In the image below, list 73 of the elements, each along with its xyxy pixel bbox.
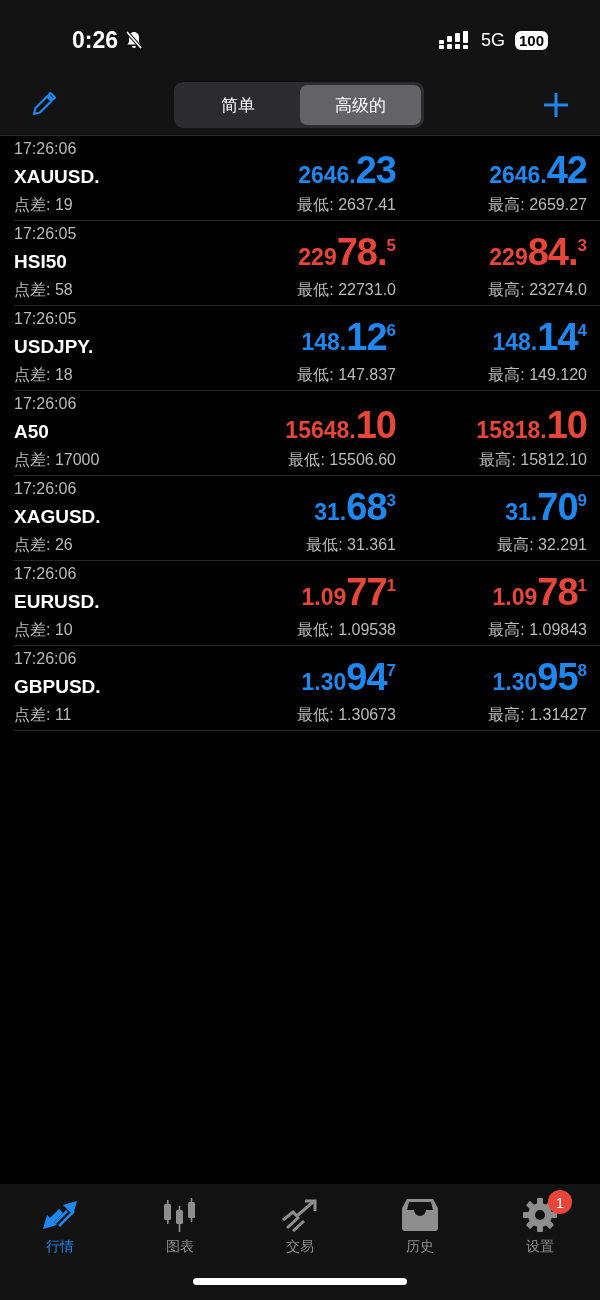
symbol-name: HSI50 — [14, 250, 68, 273]
spread-label: 点差: 10 — [14, 620, 74, 640]
ask-price: 31.70$^{9}$ — [505, 487, 587, 530]
high-label: 最高: 1.09843 — [488, 620, 587, 640]
ask-price: 1.3095$^{8}$ — [492, 657, 587, 700]
quote-row[interactable]: 17:26:05 USDJPY. 点差: 18 148.12$^{6}$ 最低: 147.837 148.14$^{4}$ 最高: 149.120 — [14, 306, 600, 391]
spread-label: 点差: 19 — [14, 195, 74, 215]
quote-row[interactable]: 17:26:06 GBPUSD. 点差: 11 1.3094$^{7}$ 最低: 1.30673 1.3095$^{8}$ 最高: 1.31427 — [14, 646, 600, 731]
quote-row[interactable]: 17:26:06 XAUUSD. 点差: 19 2646.23 最低: 2637.41 2646.42 最高: 2659.27 — [14, 136, 600, 221]
spread-label: 点差: 17000 — [14, 450, 101, 470]
symbol-name: GBPUSD. — [14, 675, 102, 698]
low-label: 最低: 147.837 — [297, 365, 396, 385]
high-label: 最高: 23274.0 — [488, 280, 587, 300]
trend-icon — [281, 1198, 319, 1232]
notification-badge: 1 — [548, 1190, 572, 1214]
bid-price: 2646.23 — [298, 150, 396, 193]
pencil-icon[interactable] — [30, 92, 56, 118]
high-label: 最高: 2659.27 — [488, 195, 587, 215]
segment-tab[interactable]: 高级的 — [300, 85, 421, 125]
ask-price: 15818.10 — [476, 405, 587, 448]
high-label: 最高: 1.31427 — [488, 705, 587, 725]
tab-item[interactable]: 1 设置 — [480, 1184, 600, 1258]
quote-row[interactable]: 17:26:06 XAGUSD. 点差: 26 31.68$^{3}$ 最低: 31.361 31.70$^{9}$ 最高: 32.291 — [14, 476, 600, 561]
symbol-name: XAUUSD. — [14, 165, 101, 188]
spread-label: 点差: 18 — [14, 365, 74, 385]
low-label: 最低: 15506.60 — [288, 450, 396, 470]
quote-time: 17:26:06 — [14, 565, 78, 583]
add-icon[interactable] — [542, 91, 570, 119]
quote-time: 17:26:06 — [14, 140, 78, 158]
low-label: 最低: 31.361 — [306, 535, 396, 555]
tab-item[interactable]: 行情 — [0, 1184, 120, 1258]
spread-label: 点差: 11 — [14, 705, 73, 725]
ask-price: 2646.42 — [489, 150, 587, 193]
high-label: 最高: 149.120 — [488, 365, 587, 385]
symbol-name: USDJPY. — [14, 335, 95, 358]
low-label: 最低: 1.09538 — [297, 620, 396, 640]
clock: 0:26 — [72, 26, 119, 54]
quote-row[interactable]: 17:26:05 HSI50 点差: 58 22978.$^{5}$ 最低: 22731.0 22984.$^{3}$ 最高: 23274.0 — [14, 221, 600, 306]
spread-label: 点差: 26 — [14, 535, 74, 555]
low-label: 最低: 2637.41 — [297, 195, 396, 215]
tab-item[interactable]: 历史 — [360, 1184, 480, 1258]
inbox-icon — [401, 1198, 439, 1232]
tab-item[interactable]: 交易 — [240, 1184, 360, 1258]
quote-time: 17:26:05 — [14, 225, 78, 243]
symbol-name: XAGUSD. — [14, 505, 102, 528]
high-label: 最高: 32.291 — [497, 535, 587, 555]
ask-price: 22984.$^{3}$ — [489, 232, 587, 275]
ask-price: 1.0978$^{1}$ — [492, 572, 587, 615]
quote-time: 17:26:06 — [14, 650, 78, 668]
tab-item[interactable]: 图表 — [120, 1184, 240, 1258]
signal-icon — [438, 31, 471, 49]
battery-indicator: 100 — [514, 30, 548, 50]
network-label: 5G — [480, 29, 505, 51]
bid-price: 148.12$^{6}$ — [301, 317, 396, 360]
spread-label: 点差: 58 — [14, 280, 74, 300]
quote-row[interactable]: 17:26:06 EURUSD. 点差: 10 1.0977$^{1}$ 最低: 1.09538 1.0978$^{1}$ 最高: 1.09843 — [14, 561, 600, 646]
bid-price: 22978.$^{5}$ — [298, 232, 396, 275]
low-label: 最低: 1.30673 — [297, 705, 396, 725]
high-label: 最高: 15812.10 — [479, 450, 587, 470]
low-label: 最低: 22731.0 — [297, 280, 396, 300]
segment-tab[interactable]: 简单 — [177, 85, 298, 125]
quote-time: 17:26:06 — [14, 395, 78, 413]
ask-price: 148.14$^{4}$ — [492, 317, 587, 360]
bid-price: 15648.10 — [285, 405, 396, 448]
bid-price: 1.3094$^{7}$ — [301, 657, 396, 700]
bid-price: 31.68$^{3}$ — [314, 487, 396, 530]
quote-time: 17:26:06 — [14, 480, 78, 498]
symbol-name: A50 — [14, 420, 50, 443]
quote-time: 17:26:05 — [14, 310, 78, 328]
symbol-name: EURUSD. — [14, 590, 101, 613]
arrows-icon — [41, 1199, 79, 1231]
quote-row[interactable]: 17:26:06 A50 点差: 17000 15648.10 最低: 15506.60 15818.10 最高: 15812.10 — [14, 391, 600, 476]
bid-price: 1.0977$^{1}$ — [301, 572, 396, 615]
